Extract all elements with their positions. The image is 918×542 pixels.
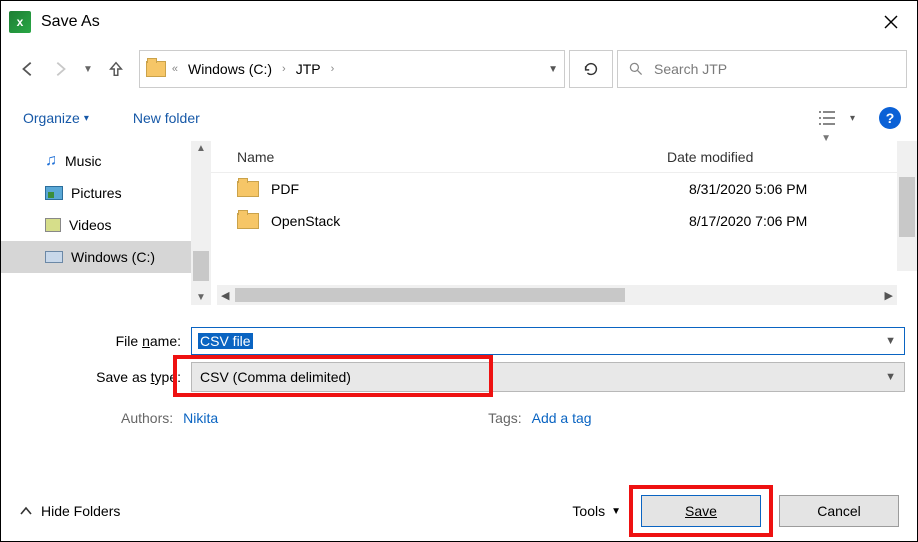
file-vscrollbar[interactable] bbox=[897, 141, 917, 271]
save-type-select[interactable]: CSV (Comma delimited) ▼ bbox=[191, 362, 905, 392]
organize-menu[interactable]: Organize ▾ bbox=[23, 110, 89, 126]
scrollbar-thumb[interactable] bbox=[235, 288, 625, 302]
organize-label: Organize bbox=[23, 110, 80, 126]
column-headers: Name Date modified bbox=[211, 141, 917, 173]
scrollbar-thumb[interactable] bbox=[193, 251, 209, 281]
music-icon: ♫ bbox=[45, 152, 57, 170]
tags-value[interactable]: Add a tag bbox=[532, 410, 592, 426]
column-date[interactable]: Date modified bbox=[667, 149, 917, 165]
view-menu[interactable]: ▾ bbox=[818, 109, 855, 127]
meta-row: Authors: Nikita Tags: Add a tag bbox=[13, 401, 905, 435]
breadcrumb-folder[interactable]: JTP bbox=[292, 59, 325, 79]
folder-icon bbox=[146, 61, 166, 77]
file-date: 8/31/2020 5:06 PM bbox=[689, 181, 807, 197]
chevron-right-icon: › bbox=[331, 63, 335, 75]
scrollbar-thumb[interactable] bbox=[899, 177, 915, 237]
drive-icon bbox=[45, 251, 63, 263]
save-button[interactable]: Save bbox=[641, 495, 761, 527]
file-hscrollbar[interactable]: ◀ ▶ bbox=[217, 285, 897, 305]
file-name: PDF bbox=[271, 181, 689, 197]
tags-label: Tags: bbox=[488, 410, 521, 426]
file-name-input[interactable]: CSV file ▼ bbox=[191, 327, 905, 355]
address-dropdown[interactable]: ▼ bbox=[548, 64, 558, 75]
history-dropdown[interactable]: ▼ bbox=[83, 64, 93, 75]
help-button[interactable]: ? bbox=[879, 107, 901, 129]
chevron-down-icon[interactable]: ▼ bbox=[885, 371, 896, 383]
pictures-icon bbox=[45, 186, 63, 200]
sidebar: ♫ Music Pictures Videos Windows (C:) ▲ ▼ bbox=[1, 141, 211, 305]
close-button[interactable] bbox=[865, 1, 917, 43]
authors-value[interactable]: Nikita bbox=[183, 410, 218, 426]
toolbar: Organize ▾ New folder ▾ ? bbox=[1, 95, 917, 141]
form-area: File name: CSV file ▼ Save as type: CSV … bbox=[1, 305, 917, 435]
hide-folders-label: Hide Folders bbox=[41, 503, 120, 519]
file-list: ▼ Name Date modified PDF 8/31/2020 5:06 … bbox=[211, 141, 917, 305]
cancel-button[interactable]: Cancel bbox=[779, 495, 899, 527]
file-name-label: File name: bbox=[13, 333, 191, 349]
folder-icon bbox=[237, 213, 259, 229]
file-date: 8/17/2020 7:06 PM bbox=[689, 213, 807, 229]
file-row[interactable]: OpenStack 8/17/2020 7:06 PM bbox=[211, 205, 917, 237]
sidebar-item-label: Videos bbox=[69, 217, 112, 233]
sidebar-item-label: Pictures bbox=[71, 185, 122, 201]
bottom-bar: Hide Folders Tools ▼ Save Cancel bbox=[1, 481, 917, 541]
column-sort-icon[interactable]: ▼ bbox=[821, 133, 831, 144]
search-placeholder: Search JTP bbox=[654, 61, 727, 77]
breadcrumb-drive[interactable]: Windows (C:) bbox=[184, 59, 276, 79]
search-icon bbox=[628, 61, 644, 77]
hide-folders-button[interactable]: Hide Folders bbox=[19, 503, 120, 519]
tools-label: Tools bbox=[572, 503, 605, 519]
sidebar-item-videos[interactable]: Videos bbox=[1, 209, 211, 241]
title-bar: x Save As bbox=[1, 1, 917, 43]
address-bar[interactable]: « Windows (C:) › JTP › ▼ bbox=[139, 50, 565, 88]
chevron-up-icon bbox=[19, 504, 33, 518]
nav-arrows: ▼ bbox=[19, 60, 125, 78]
file-row[interactable]: PDF 8/31/2020 5:06 PM bbox=[211, 173, 917, 205]
sidebar-item-label: Windows (C:) bbox=[71, 249, 155, 265]
back-button[interactable] bbox=[19, 60, 37, 78]
videos-icon bbox=[45, 218, 61, 232]
sidebar-item-music[interactable]: ♫ Music bbox=[1, 145, 211, 177]
nav-bar: ▼ « Windows (C:) › JTP › ▼ Search JTP bbox=[1, 43, 917, 95]
file-name: OpenStack bbox=[271, 213, 689, 229]
tools-menu[interactable]: Tools ▼ bbox=[572, 503, 621, 519]
authors-label: Authors: bbox=[121, 410, 173, 426]
forward-button[interactable] bbox=[51, 60, 69, 78]
refresh-button[interactable] bbox=[569, 50, 613, 88]
sidebar-scrollbar[interactable]: ▲ ▼ bbox=[191, 141, 211, 305]
folder-icon bbox=[237, 181, 259, 197]
content-area: ♫ Music Pictures Videos Windows (C:) ▲ ▼… bbox=[1, 141, 917, 305]
breadcrumb-overflow[interactable]: « bbox=[172, 63, 178, 75]
save-type-value: CSV (Comma delimited) bbox=[200, 369, 351, 385]
column-name[interactable]: Name bbox=[237, 149, 667, 165]
dialog-title: Save As bbox=[41, 13, 100, 31]
search-input[interactable]: Search JTP bbox=[617, 50, 907, 88]
sidebar-item-drive-c[interactable]: Windows (C:) bbox=[1, 241, 211, 273]
new-folder-button[interactable]: New folder bbox=[133, 110, 200, 126]
sidebar-item-pictures[interactable]: Pictures bbox=[1, 177, 211, 209]
chevron-down-icon[interactable]: ▼ bbox=[885, 335, 896, 347]
up-button[interactable] bbox=[107, 60, 125, 78]
chevron-right-icon: › bbox=[282, 63, 286, 75]
save-type-label: Save as type: bbox=[13, 369, 191, 385]
file-name-value: CSV file bbox=[198, 333, 253, 349]
excel-icon: x bbox=[9, 11, 31, 33]
sidebar-item-label: Music bbox=[65, 153, 102, 169]
